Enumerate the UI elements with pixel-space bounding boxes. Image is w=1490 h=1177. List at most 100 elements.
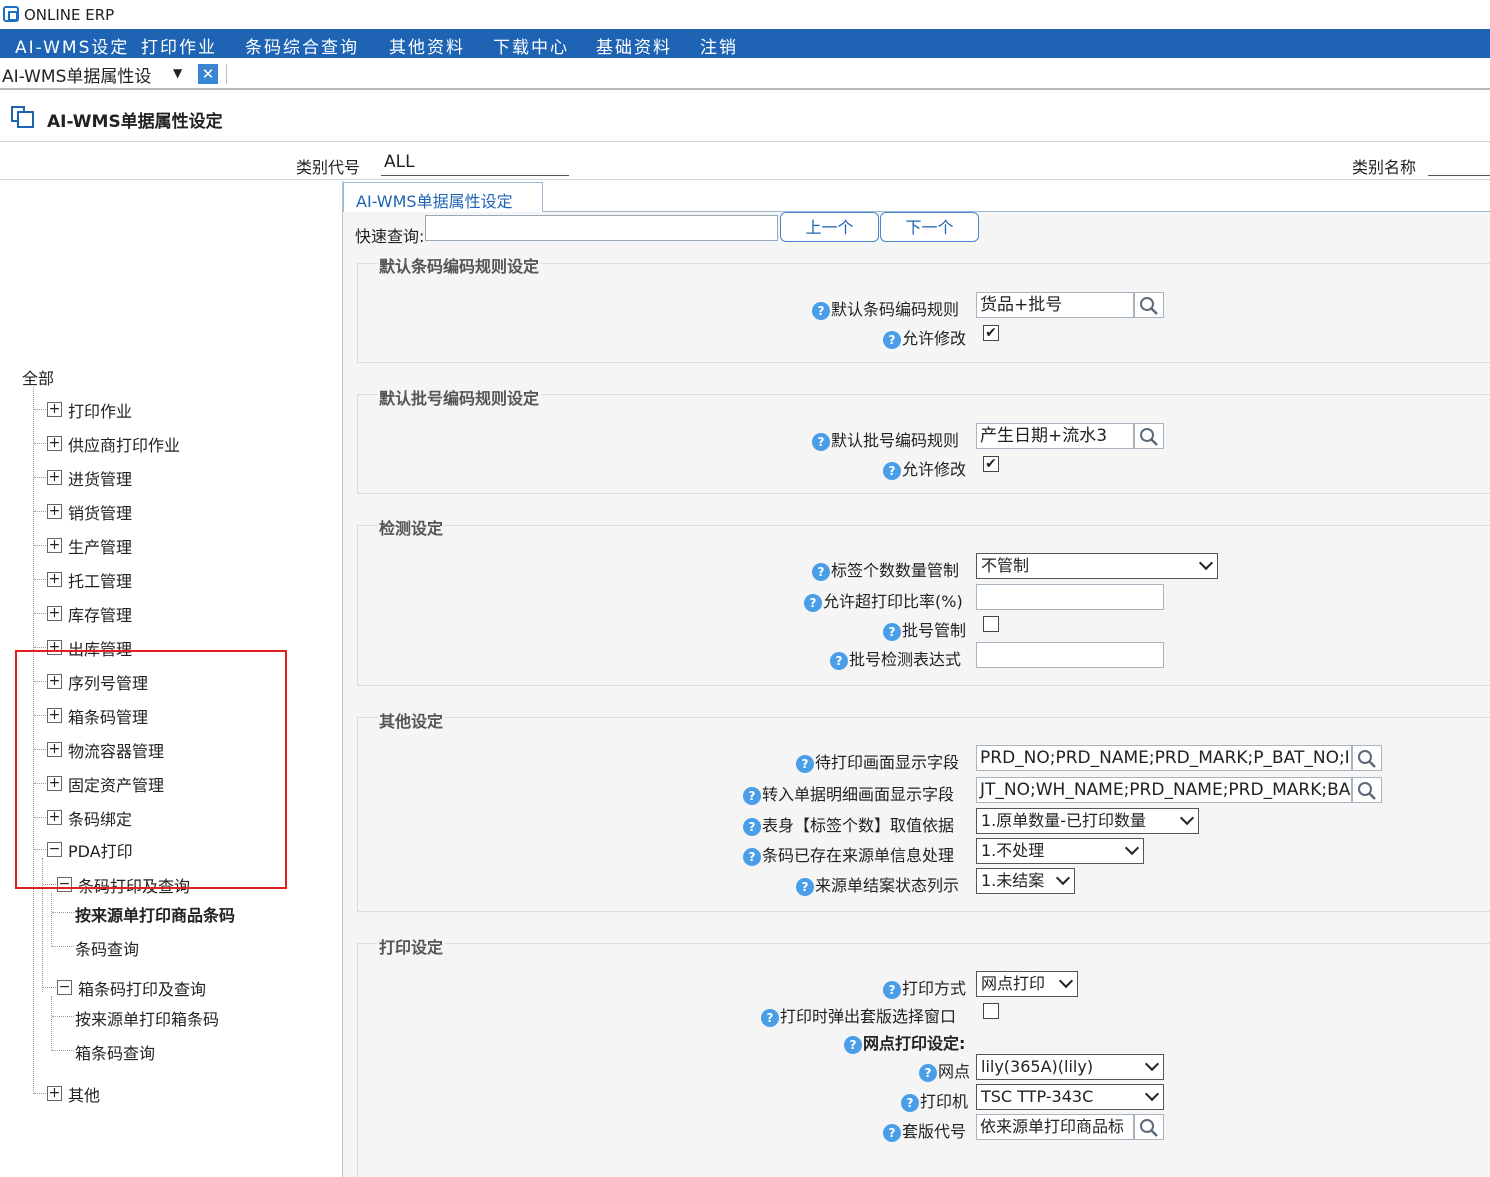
chevron-down-icon xyxy=(1144,1086,1160,1102)
chevron-down-icon xyxy=(1144,1056,1160,1072)
help-icon[interactable]: ? xyxy=(804,593,822,612)
header-divider xyxy=(0,179,1490,180)
expand-icon[interactable]: + xyxy=(47,436,62,451)
help-icon[interactable]: ? xyxy=(812,301,830,320)
expand-icon[interactable]: + xyxy=(47,470,62,485)
tree-item-box-barcode-query[interactable]: 箱条码查询 xyxy=(75,1040,155,1064)
next-button[interactable]: 下一个 xyxy=(880,212,979,242)
help-icon[interactable]: ? xyxy=(883,1123,901,1142)
quick-search-label: 快速查询: xyxy=(355,227,425,246)
tree-item-other[interactable]: 其他 xyxy=(68,1082,100,1106)
tree-item[interactable]: 库存管理 xyxy=(68,602,132,626)
help-icon[interactable]: ? xyxy=(796,754,814,773)
chevron-down-icon xyxy=(1179,810,1195,826)
label-qty-control-select[interactable]: 不管制 xyxy=(976,553,1218,579)
menu-print-jobs[interactable]: 打印作业 xyxy=(141,33,217,58)
tree-item[interactable]: 销货管理 xyxy=(68,500,132,524)
menu-logout[interactable]: 注销 xyxy=(700,33,738,58)
barcode-rule-label: ? 默认条码编码规则 xyxy=(812,296,959,320)
tree-item[interactable]: 进货管理 xyxy=(68,466,132,490)
tree-item-print-item-barcode-by-source[interactable]: 按来源单打印商品条码 xyxy=(75,902,235,926)
site-select[interactable]: lily(365A)(lily) xyxy=(976,1054,1164,1080)
batch-expr-input[interactable] xyxy=(976,642,1164,668)
tree-item-barcode-query[interactable]: 条码查询 xyxy=(75,936,139,960)
transfer-fields-label: ? 转入单据明细画面显示字段 xyxy=(743,781,954,805)
expand-icon[interactable]: + xyxy=(47,538,62,553)
tree-item[interactable]: 供应商打印作业 xyxy=(68,432,180,456)
batch-allow-edit-checkbox[interactable]: ✔ xyxy=(983,456,999,472)
transfer-fields-field[interactable]: JT_NO;WH_NAME;PRD_NAME;PRD_MARK;BA xyxy=(976,777,1352,803)
tab-ai-wms-doc-settings[interactable]: AI-WMS单据属性设 xyxy=(2,62,151,87)
closed-status-select[interactable]: 1.未结案 xyxy=(976,868,1075,894)
help-icon[interactable]: ? xyxy=(919,1063,937,1082)
prev-button[interactable]: 上一个 xyxy=(780,212,879,242)
help-icon[interactable]: ? xyxy=(901,1093,919,1112)
help-icon[interactable]: ? xyxy=(812,432,830,451)
tree-connector xyxy=(34,409,46,410)
tree-connector xyxy=(34,647,46,648)
over-print-ratio-input[interactable] xyxy=(976,584,1164,610)
check-title: 检测设定 xyxy=(377,515,446,539)
search-icon[interactable] xyxy=(1352,777,1382,803)
expand-icon[interactable]: + xyxy=(47,572,62,587)
title-bar xyxy=(0,0,1490,29)
print-mode-select[interactable]: 网点打印 xyxy=(976,971,1078,997)
help-icon[interactable]: ? xyxy=(883,330,901,349)
tree-item-box-barcode-print-query[interactable]: 箱条码打印及查询 xyxy=(78,976,206,1000)
help-icon[interactable]: ? xyxy=(812,562,830,581)
help-icon[interactable]: ? xyxy=(883,622,901,641)
help-icon[interactable]: ? xyxy=(883,461,901,480)
search-icon[interactable] xyxy=(1134,423,1164,449)
over-print-ratio-label: ? 允许超打印比率(%) xyxy=(804,588,963,612)
tab-close-icon[interactable]: ✕ xyxy=(198,64,218,84)
help-icon[interactable]: ? xyxy=(796,877,814,896)
batch-rule-field[interactable]: 产生日期+流水3 xyxy=(976,423,1134,449)
template-code-field[interactable]: 依来源单打印商品标 xyxy=(976,1114,1134,1140)
label-basis-select[interactable]: 1.原单数量-已打印数量 xyxy=(976,808,1199,834)
help-icon[interactable]: ? xyxy=(743,847,761,866)
content-tab-line xyxy=(543,211,1490,212)
expand-icon[interactable]: + xyxy=(47,402,62,417)
barcode-allow-edit-checkbox[interactable]: ✔ xyxy=(983,325,999,341)
category-name-field[interactable] xyxy=(1428,152,1490,176)
tree-line xyxy=(51,996,52,1050)
printer-select[interactable]: TSC TTP-343C xyxy=(976,1084,1164,1110)
menu-basic-data[interactable]: 基础资料 xyxy=(596,33,672,58)
tab-dropdown-icon[interactable]: ▼ xyxy=(173,66,182,80)
exist-handle-select[interactable]: 1.不处理 xyxy=(976,838,1144,864)
help-icon[interactable]: ? xyxy=(830,651,848,670)
tree-connector xyxy=(43,987,56,988)
menu-other-data[interactable]: 其他资料 xyxy=(389,33,465,58)
tree-item-print-box-barcode-by-source[interactable]: 按来源单打印箱条码 xyxy=(75,1006,219,1030)
template-popup-checkbox[interactable] xyxy=(983,1003,999,1019)
collapse-icon[interactable]: − xyxy=(57,980,72,995)
quick-search-input[interactable] xyxy=(425,215,778,241)
batch-control-checkbox[interactable] xyxy=(983,616,999,632)
search-icon[interactable] xyxy=(1134,1114,1164,1140)
help-icon[interactable]: ? xyxy=(761,1008,779,1027)
expand-icon[interactable]: + xyxy=(47,1086,62,1101)
menu-ai-wms-settings[interactable]: AI-WMS设定 xyxy=(15,33,129,58)
help-icon[interactable]: ? xyxy=(844,1035,862,1054)
expand-icon[interactable]: + xyxy=(47,504,62,519)
category-name-label: 类别名称 xyxy=(1352,158,1417,177)
help-icon[interactable]: ? xyxy=(743,786,761,805)
help-icon[interactable]: ? xyxy=(743,817,761,836)
tree-item[interactable]: 打印作业 xyxy=(68,398,132,422)
category-code-field[interactable]: ALL xyxy=(381,152,569,176)
batch-control-label: ? 批号管制 xyxy=(883,617,966,641)
tree-item[interactable]: 托工管理 xyxy=(68,568,132,592)
batch-rule-title: 默认批号编码规则设定 xyxy=(377,385,542,409)
search-icon[interactable] xyxy=(1352,745,1382,771)
tab-separator xyxy=(226,64,227,84)
menu-barcode-query[interactable]: 条码综合查询 xyxy=(245,33,359,58)
expand-icon[interactable]: + xyxy=(47,606,62,621)
menu-download-center[interactable]: 下载中心 xyxy=(493,33,569,58)
tree-item[interactable]: 生产管理 xyxy=(68,534,132,558)
tree-root[interactable]: 全部 xyxy=(22,365,54,389)
search-icon[interactable] xyxy=(1134,292,1164,318)
pending-fields-field[interactable]: PRD_NO;PRD_NAME;PRD_MARK;P_BAT_NO;I xyxy=(976,745,1352,771)
tab-bar xyxy=(0,58,1490,90)
barcode-rule-field[interactable]: 货品+批号 xyxy=(976,292,1134,318)
help-icon[interactable]: ? xyxy=(883,980,901,999)
